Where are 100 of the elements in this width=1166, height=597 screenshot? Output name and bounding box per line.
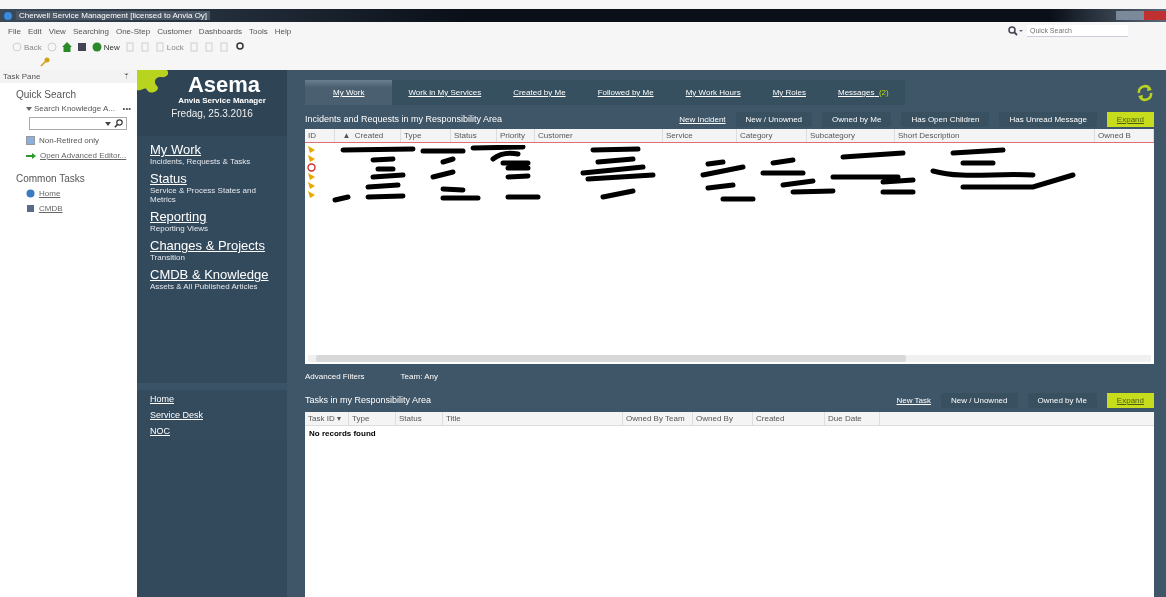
- column-header[interactable]: Service: [663, 129, 737, 142]
- menu-item[interactable]: Customer: [157, 26, 192, 36]
- pane-title: Task Pane: [3, 72, 41, 81]
- date-label: Fredag, 25.3.2016: [171, 108, 253, 119]
- dropdown-icon[interactable]: [105, 121, 111, 126]
- copy-icon: [203, 42, 214, 52]
- nav-description: Incidents, Requests & Tasks: [150, 157, 252, 166]
- column-header[interactable]: Title: [443, 412, 623, 425]
- task-link[interactable]: CMDB: [39, 204, 63, 213]
- new-incident-link[interactable]: New Incident: [679, 114, 726, 124]
- more-button[interactable]: •••: [122, 104, 131, 113]
- column-header[interactable]: Owned By Team: [623, 412, 693, 425]
- column-header[interactable]: Type: [401, 129, 451, 142]
- column-header[interactable]: ID: [305, 129, 335, 142]
- panel-title: Incidents and Requests in my Responsibility Area: [305, 114, 503, 124]
- checkbox[interactable]: [26, 136, 35, 145]
- column-header[interactable]: Priority: [497, 129, 535, 142]
- column-header[interactable]: Type: [349, 412, 396, 425]
- database-icon: [26, 204, 35, 213]
- section-title[interactable]: Quick Search: [16, 89, 77, 100]
- search-scope-dropdown[interactable]: Search Knowledge A...: [26, 104, 115, 113]
- window-title: Cherwell Service Management [licensed to Anvia Oy]: [16, 11, 211, 20]
- column-header[interactable]: Subcategory: [807, 129, 895, 142]
- search-field[interactable]: [29, 117, 127, 130]
- nav-description: Reporting Views: [150, 224, 210, 233]
- menu-item[interactable]: View: [48, 26, 66, 36]
- key-icon[interactable]: [40, 57, 50, 67]
- advanced-editor-link[interactable]: Open Advanced Editor...: [40, 151, 127, 160]
- tab[interactable]: Followed by Me: [581, 80, 670, 105]
- filter-button[interactable]: Has Unread Message: [999, 111, 1097, 127]
- dashboard-link[interactable]: Home: [150, 394, 274, 404]
- column-header[interactable]: Status: [396, 412, 443, 425]
- trash-icon: [139, 42, 150, 52]
- tab[interactable]: Created by Me: [497, 80, 582, 105]
- filter-button[interactable]: New / Unowned: [941, 392, 1018, 408]
- tab[interactable]: My Work Hours: [669, 80, 757, 105]
- tab[interactable]: My Work: [305, 80, 393, 105]
- grid-icon: [76, 42, 87, 52]
- nav-description: Assets & All Published Articles: [150, 282, 259, 291]
- logo-splash-icon: [137, 70, 169, 94]
- caret-icon: [26, 106, 32, 111]
- team-filter[interactable]: Team: Any: [390, 372, 438, 381]
- column-header[interactable]: Task ID ▾: [305, 412, 349, 425]
- column-header[interactable]: Customer: [535, 129, 663, 142]
- nav-description: Service & Process States and Metrics: [150, 186, 257, 204]
- menu-item[interactable]: Searching: [72, 26, 109, 36]
- menu-item[interactable]: File: [8, 26, 21, 36]
- menu-item[interactable]: Edit: [27, 26, 42, 36]
- menu-item[interactable]: Dashboards: [198, 26, 242, 36]
- column-header[interactable]: Category: [737, 129, 807, 142]
- empty-message: No records found: [308, 428, 377, 440]
- column-header[interactable]: Owned By: [693, 412, 753, 425]
- nav-link[interactable]: Changes & Projects: [150, 238, 279, 253]
- panel-title: Tasks in my Responsibility Area: [305, 395, 432, 405]
- filter-button[interactable]: Has Open Children: [901, 111, 990, 127]
- menu-item[interactable]: Tools: [249, 26, 268, 36]
- nav-link[interactable]: My Work: [150, 142, 279, 157]
- back-icon: [12, 42, 22, 52]
- app-icon: [4, 11, 12, 20]
- column-header[interactable]: Owned B: [1095, 129, 1154, 142]
- column-header[interactable]: Due Date: [825, 412, 880, 425]
- column-header[interactable]: Short Description: [895, 129, 1095, 142]
- logo: Asema: [187, 74, 261, 96]
- nav-link[interactable]: CMDB & Knowledge: [150, 267, 279, 282]
- column-header[interactable]: Created: [753, 412, 825, 425]
- new-task-link[interactable]: New Task: [896, 395, 931, 405]
- filter-button[interactable]: New / Unowned: [735, 111, 813, 127]
- dashboard-link[interactable]: Service Desk: [150, 410, 274, 420]
- task-link[interactable]: Home: [39, 189, 61, 198]
- globe-icon: [26, 189, 35, 198]
- checkbox-label: Non-Retired only: [39, 136, 100, 145]
- logo-subtitle: Anvia Service Manager: [178, 96, 266, 105]
- arrow-icon: [26, 152, 36, 159]
- home-icon: [61, 42, 72, 52]
- dashboard-link[interactable]: NOC: [150, 426, 274, 436]
- horizontal-scrollbar[interactable]: [308, 355, 1151, 362]
- menu-item[interactable]: Help: [274, 26, 292, 36]
- filter-button[interactable]: Owned by Me: [1027, 392, 1097, 408]
- filter-button[interactable]: Expand: [1106, 392, 1154, 408]
- nav-link[interactable]: Status: [150, 171, 279, 186]
- toolbar-button[interactable]: New: [91, 42, 120, 52]
- tab[interactable]: Messages (2): [822, 80, 905, 105]
- menu-item[interactable]: One-Step: [115, 26, 151, 36]
- cut-icon: [188, 42, 199, 52]
- new-icon: [91, 42, 102, 52]
- window-controls[interactable]: [1116, 11, 1166, 20]
- filter-button[interactable]: Expand: [1106, 111, 1154, 127]
- advanced-filters-label[interactable]: Advanced Filters: [305, 372, 365, 381]
- nav-link[interactable]: Reporting: [150, 209, 279, 224]
- column-header[interactable]: Status: [451, 129, 497, 142]
- column-header[interactable]: ▲ Created: [335, 129, 401, 142]
- forward-icon: [46, 42, 57, 52]
- refresh-icon[interactable]: [1136, 83, 1154, 102]
- filter-button[interactable]: Owned by Me: [822, 111, 892, 127]
- section-title[interactable]: Common Tasks: [16, 173, 85, 184]
- tab[interactable]: My Roles: [756, 80, 822, 105]
- toolbar-button[interactable]: [76, 42, 87, 52]
- save-icon: [124, 42, 135, 52]
- tab[interactable]: Work in My Services: [392, 80, 498, 105]
- pin-button[interactable]: ᛘ: [124, 72, 129, 81]
